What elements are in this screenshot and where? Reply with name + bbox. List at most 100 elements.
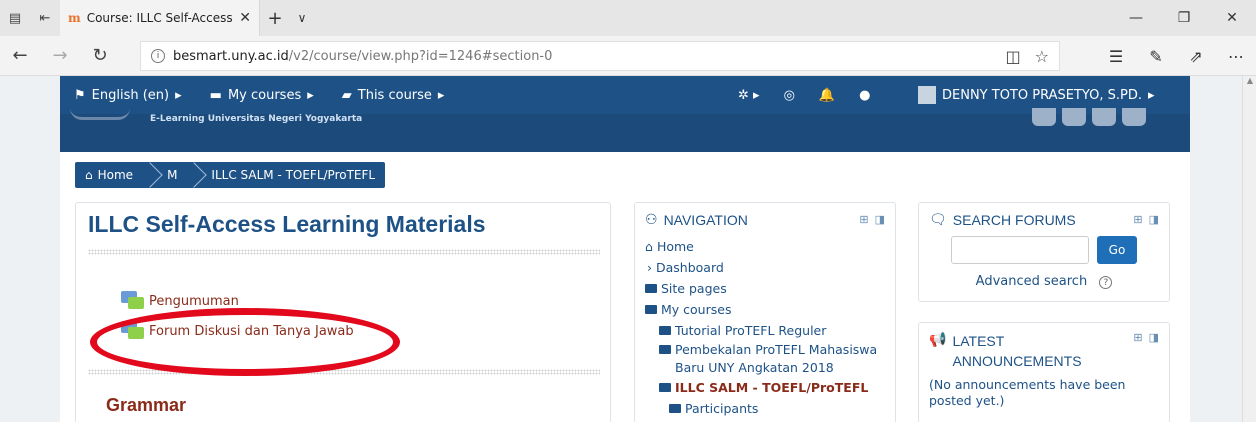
nav-item-label: My courses <box>661 302 732 317</box>
site-logo <box>70 108 130 120</box>
collapse-icon[interactable]: ◨ <box>875 213 885 226</box>
nav-item-label: Dashboard <box>656 260 724 275</box>
nav-item-dashboard[interactable]: › Dashboard <box>645 257 885 278</box>
site-banner: E-Learning Universitas Negeri Yogyakarta <box>60 108 1190 152</box>
breadcrumb-separator <box>187 162 201 188</box>
caret-right-icon: ▸ <box>175 87 182 103</box>
collapse-icon[interactable]: ◨ <box>1149 213 1159 226</box>
folder-open-icon <box>659 383 671 392</box>
pen-icon[interactable]: ✎ <box>1136 36 1176 76</box>
this-course-menu[interactable]: ▰ This course ▸ <box>328 88 459 103</box>
home-icon: ⌂ <box>645 239 653 254</box>
tab-list-icon[interactable]: ∨ <box>290 11 314 25</box>
address-bar-row: ← → ↻ i besmart.uny.ac.id/v2/course/view… <box>0 36 1256 76</box>
back-icon[interactable]: ← <box>0 36 40 76</box>
folder-icon <box>659 326 671 335</box>
refresh-icon[interactable]: ↻ <box>80 36 120 76</box>
dock-icon[interactable]: ⊞ <box>859 213 868 226</box>
annotation-ellipse <box>90 308 400 376</box>
bullhorn-icon: 📢 <box>929 331 947 347</box>
section-divider <box>88 249 600 255</box>
dock-icon[interactable]: ⊞ <box>1133 331 1142 344</box>
browser-tabstrip: ▤ ⇤ m Course: ILLC Self-Access ✕ + ∨ — ❐… <box>0 0 1256 36</box>
favorites-hub-icon[interactable]: ☰ <box>1096 36 1136 76</box>
tab-overview-icon[interactable]: ▤ <box>0 0 30 36</box>
browser-tab[interactable]: m Course: ILLC Self-Access ✕ <box>60 0 260 36</box>
course-content-box: ILLC Self-Access Learning Materials Peng… <box>75 202 611 422</box>
target-icon[interactable]: ◎ <box>784 88 795 103</box>
set-aside-icon[interactable]: ⇤ <box>30 0 60 36</box>
nav-item-label: Participants <box>685 401 759 416</box>
close-icon[interactable]: ✕ <box>1208 0 1256 36</box>
caret-right-icon: ▸ <box>1147 87 1155 103</box>
new-tab-button[interactable]: + <box>260 8 290 29</box>
forward-icon[interactable]: → <box>40 36 80 76</box>
window-controls: — ❐ ✕ <box>1112 0 1256 36</box>
block-title: LATEST ANNOUNCEMENTS <box>952 333 1082 369</box>
bell-icon[interactable]: 🔔 <box>819 88 835 103</box>
dock-icon[interactable]: ⊞ <box>1133 213 1142 226</box>
reading-view-icon[interactable]: ◫ <box>1006 47 1021 66</box>
chevron-right-icon: › <box>647 260 652 275</box>
nav-item-label: ILLC SALM - TOEFL/ProTEFL <box>675 380 869 395</box>
globe-icon[interactable] <box>1122 108 1146 126</box>
breadcrumb-course[interactable]: ILLC SALM - TOEFL/ProTEFL <box>201 162 385 188</box>
nav-item-current-course[interactable]: ILLC SALM - TOEFL/ProTEFL <box>645 377 885 398</box>
comments-icon: 🗨 <box>929 211 947 227</box>
settings-gear-icon[interactable]: ✲ ▸ <box>738 88 760 103</box>
restore-icon[interactable]: ❐ <box>1160 0 1208 36</box>
folder-icon <box>669 404 681 413</box>
more-icon[interactable]: ⋯ <box>1216 36 1256 76</box>
breadcrumb: ⌂ Home M ILLC SALM - TOEFL/ProTEFL <box>75 162 386 188</box>
block-title: NAVIGATION <box>663 211 748 228</box>
briefcase-icon: ▬ <box>209 87 222 103</box>
user-name: DENNY TOTO PRASETYO, S.PD. <box>942 87 1142 103</box>
nav-item-course[interactable]: Pembekalan ProTEFL Mahasiswa Baru UNY An… <box>645 341 885 377</box>
flag-icon: ⚑ <box>74 87 86 103</box>
url-input[interactable]: i besmart.uny.ac.id/v2/course/view.php?i… <box>140 41 1060 71</box>
this-course-label: This course <box>357 87 432 103</box>
youtube-icon[interactable] <box>1092 108 1116 126</box>
book-icon: ▰ <box>341 87 352 103</box>
latest-announcements-block: 📢 LATEST ANNOUNCEMENTS ⊞ ◨ (No announcem… <box>918 322 1170 422</box>
advanced-search-link[interactable]: Advanced search <box>976 274 1088 289</box>
go-button[interactable]: Go <box>1097 236 1137 264</box>
language-menu[interactable]: ⚑ English (en) ▸ <box>60 88 196 103</box>
nav-item-home[interactable]: ⌂ Home <box>645 236 885 257</box>
url-path: /v2/course/view.php?id=1246#section-0 <box>288 48 553 64</box>
minimize-icon[interactable]: — <box>1112 0 1160 36</box>
scroll-up-icon[interactable]: ▲ <box>1243 76 1256 90</box>
share-icon[interactable]: ⇗ <box>1176 36 1216 76</box>
google-plus-icon[interactable] <box>1032 108 1056 126</box>
search-forums-input[interactable] <box>951 236 1089 264</box>
tab-close-icon[interactable]: ✕ <box>239 10 251 26</box>
nav-item-participants[interactable]: Participants <box>645 398 885 419</box>
nav-item-label: Tutorial ProTEFL Reguler <box>675 323 827 338</box>
nav-item-label: Site pages <box>661 281 727 296</box>
caret-right-icon: ▸ <box>307 87 314 103</box>
favorite-star-icon[interactable]: ☆ <box>1035 47 1049 66</box>
nav-item-label: Home <box>656 239 694 254</box>
info-icon[interactable]: i <box>151 49 165 63</box>
moodle-topnav: ⚑ English (en) ▸ ▬ My courses ▸ ▰ This c… <box>60 76 1190 114</box>
message-bubble-icon[interactable]: ● <box>859 88 870 103</box>
breadcrumb-home[interactable]: ⌂ Home <box>75 162 143 188</box>
collapse-icon[interactable]: ◨ <box>1149 331 1159 344</box>
nav-item-site-pages[interactable]: Site pages <box>645 278 885 299</box>
tab-title: Course: ILLC Self-Access <box>86 11 233 25</box>
help-icon[interactable]: ? <box>1099 276 1113 289</box>
nav-item-course[interactable]: Tutorial ProTEFL Reguler <box>645 320 885 341</box>
folder-open-icon <box>645 305 657 314</box>
nav-item-my-courses[interactable]: My courses <box>645 299 885 320</box>
home-icon: ⌂ <box>85 168 93 182</box>
breadcrumb-home-label: Home <box>97 168 134 182</box>
breadcrumb-separator <box>143 162 157 188</box>
language-label: English (en) <box>91 87 170 103</box>
scrollbar[interactable]: ▲ <box>1242 76 1256 422</box>
twitter-icon[interactable] <box>1062 108 1086 126</box>
page-title: ILLC Self-Access Learning Materials <box>88 211 486 237</box>
block-title: SEARCH FORUMS <box>952 211 1076 228</box>
activity-link[interactable]: Pengumuman <box>149 294 239 309</box>
my-courses-menu[interactable]: ▬ My courses ▸ <box>196 88 328 103</box>
nav-item-label: Pembekalan ProTEFL Mahasiswa Baru UNY An… <box>675 342 878 375</box>
